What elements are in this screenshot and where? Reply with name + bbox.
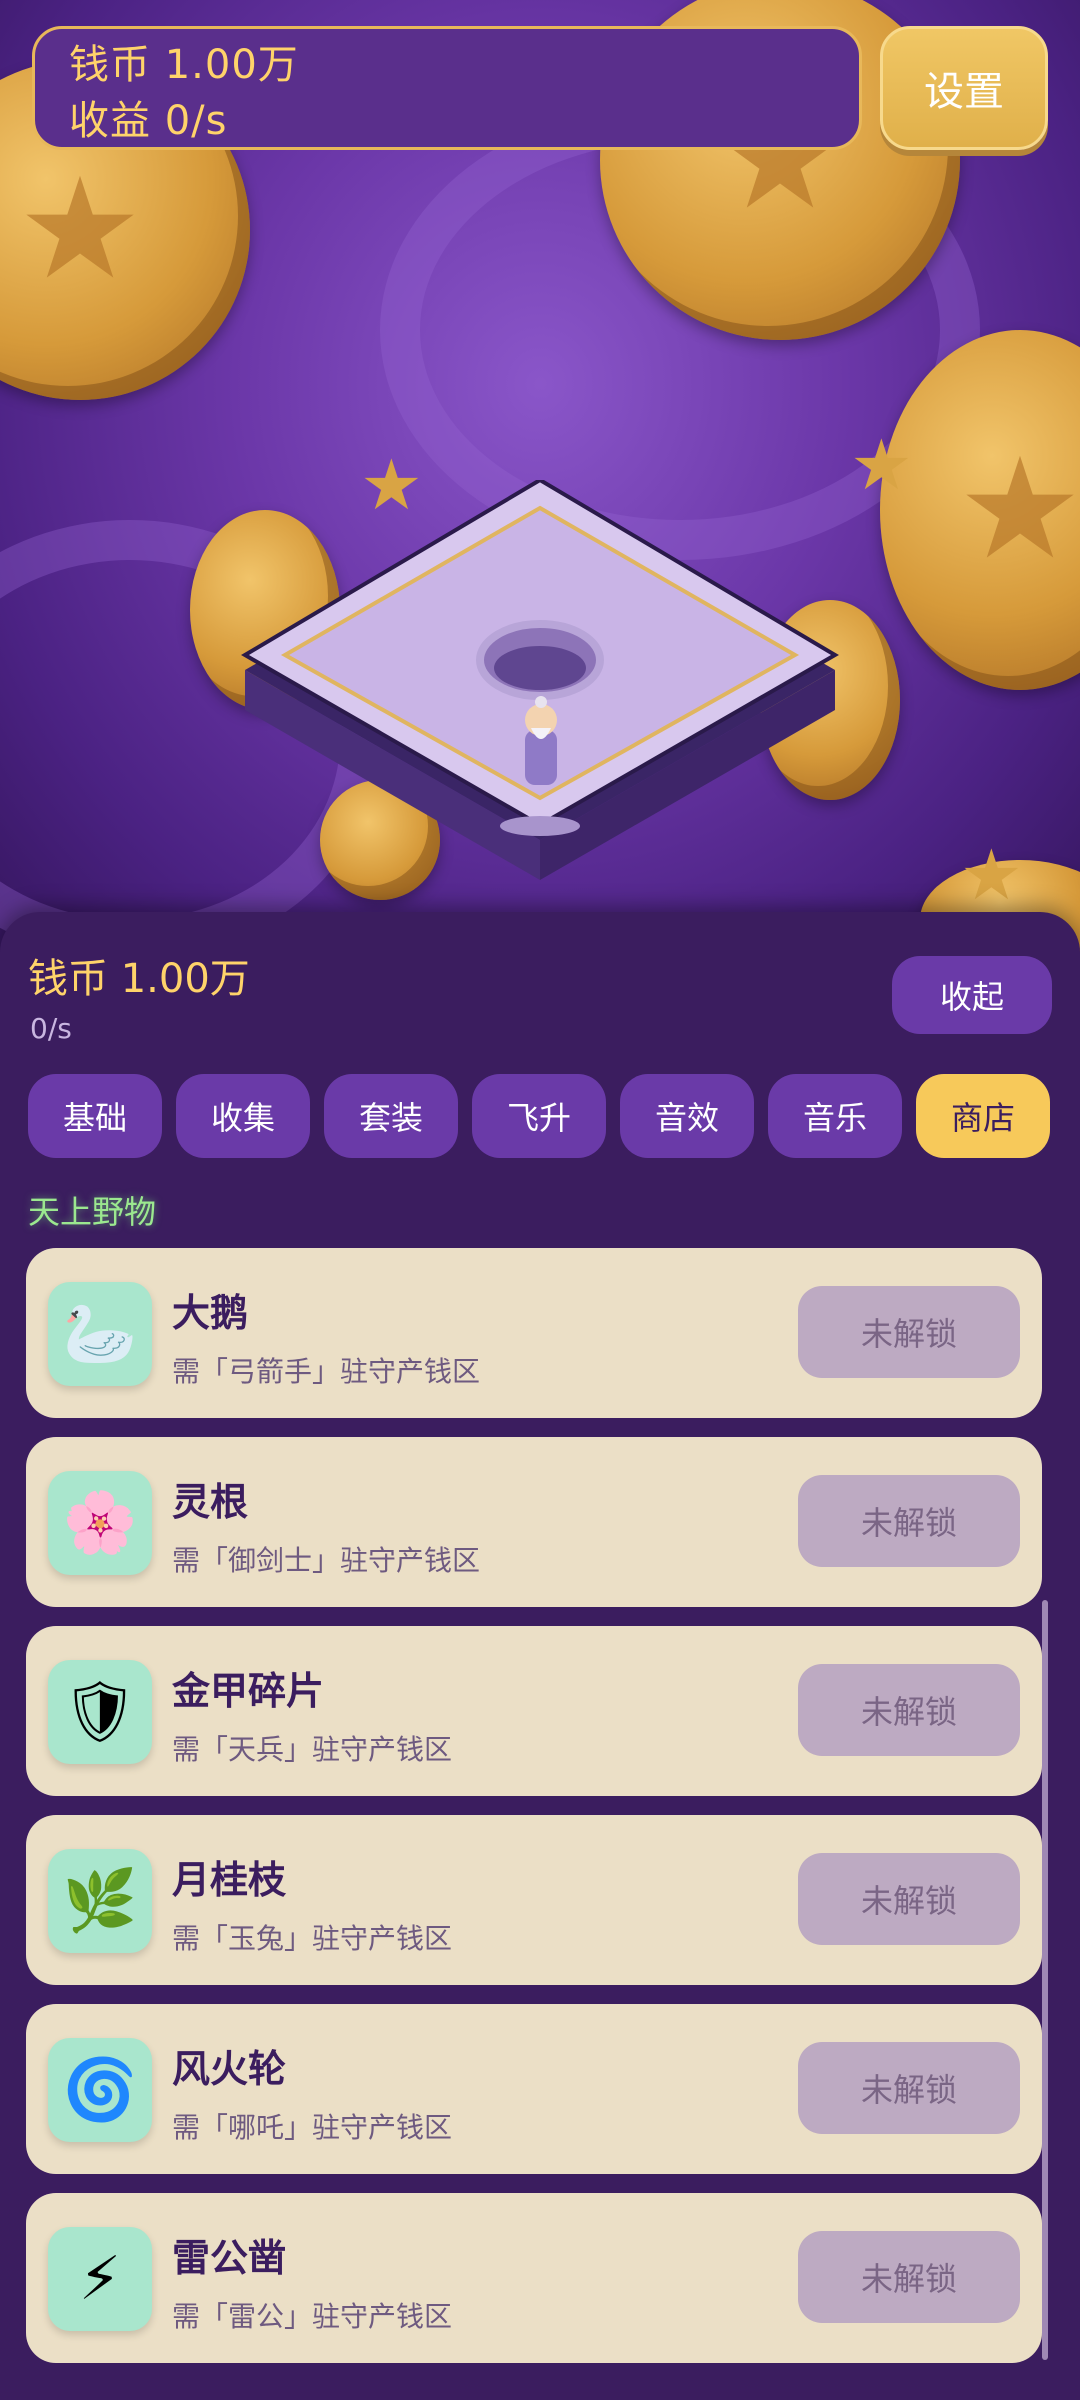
- tab-shop[interactable]: 商店: [916, 1074, 1050, 1158]
- tab-basic[interactable]: 基础: [28, 1074, 162, 1158]
- item-requirement: 需「玉兔」驻守产钱区: [172, 1922, 453, 1955]
- tab-sound[interactable]: 音效: [620, 1074, 754, 1158]
- shop-panel: 钱币 1.00万 0/s 收起 基础 收集 套装 飞升 音效 音乐 商店 天上野…: [0, 912, 1080, 2400]
- item-name: 月桂枝: [172, 1858, 287, 1902]
- list-item: 🌿 月桂枝 需「玉兔」驻守产钱区 未解锁: [26, 1815, 1042, 1985]
- collapse-button[interactable]: 收起: [892, 956, 1052, 1034]
- spirit-root-icon: 🌸: [48, 1471, 152, 1575]
- list-item: 🌸 灵根 需「御剑士」驻守产钱区 未解锁: [26, 1437, 1042, 1607]
- item-requirement: 需「雷公」驻守产钱区: [172, 2300, 453, 2333]
- panel-income-rate: 0/s: [30, 1012, 72, 1045]
- item-name: 灵根: [172, 1480, 249, 1524]
- resource-hud: 钱币 1.00万 收益 0/s: [32, 26, 862, 150]
- locked-button[interactable]: 未解锁: [798, 1475, 1020, 1567]
- laurel-branch-icon: 🌿: [48, 1849, 152, 1953]
- item-requirement: 需「哪吒」驻守产钱区: [172, 2111, 453, 2144]
- tab-ascension[interactable]: 飞升: [472, 1074, 606, 1158]
- locked-button[interactable]: 未解锁: [798, 1664, 1020, 1756]
- fire-wheel-icon: 🌀: [48, 2038, 152, 2142]
- goose-icon: 🦢: [48, 1282, 152, 1386]
- stone-platform: [241, 480, 839, 880]
- locked-button[interactable]: 未解锁: [798, 1286, 1020, 1378]
- list-item: 🌀 风火轮 需「哪吒」驻守产钱区 未解锁: [26, 2004, 1042, 2174]
- star-decoration: ★: [960, 834, 1023, 916]
- item-name: 金甲碎片: [172, 1669, 325, 1713]
- hud-income: 收益 0/s: [69, 98, 228, 144]
- list-item: 🦢 大鹅 需「弓箭手」驻守产钱区 未解锁: [26, 1248, 1042, 1418]
- item-requirement: 需「弓箭手」驻守产钱区: [172, 1355, 481, 1388]
- category-tabs: 基础 收集 套装 飞升 音效 音乐 商店: [28, 1074, 1058, 1158]
- thunder-chisel-icon: ⚡: [48, 2227, 152, 2331]
- item-name: 大鹅: [172, 1291, 249, 1335]
- star-decoration: ★: [850, 424, 913, 506]
- hud-coins: 钱币 1.00万: [69, 42, 299, 88]
- item-name: 雷公凿: [172, 2236, 287, 2280]
- settings-button[interactable]: 设置: [880, 26, 1048, 150]
- item-requirement: 需「御剑士」驻守产钱区: [172, 1544, 481, 1577]
- panel-coins: 钱币 1.00万: [28, 956, 250, 1002]
- list-item: ⚡ 雷公凿 需「雷公」驻守产钱区 未解锁: [26, 2193, 1042, 2363]
- item-name: 风火轮: [172, 2047, 287, 2091]
- list-item: 🛡 金甲碎片 需「天兵」驻守产钱区 未解锁: [26, 1626, 1042, 1796]
- locked-button[interactable]: 未解锁: [798, 1853, 1020, 1945]
- list-scrollbar[interactable]: [1042, 1600, 1048, 2360]
- section-title: 天上野物: [28, 1193, 157, 1231]
- tab-music[interactable]: 音乐: [768, 1074, 902, 1158]
- locked-button[interactable]: 未解锁: [798, 2042, 1020, 2134]
- item-requirement: 需「天兵」驻守产钱区: [172, 1733, 453, 1766]
- armor-shard-icon: 🛡: [48, 1660, 152, 1764]
- locked-button[interactable]: 未解锁: [798, 2231, 1020, 2323]
- tab-collection[interactable]: 收集: [176, 1074, 310, 1158]
- tab-outfit[interactable]: 套装: [324, 1074, 458, 1158]
